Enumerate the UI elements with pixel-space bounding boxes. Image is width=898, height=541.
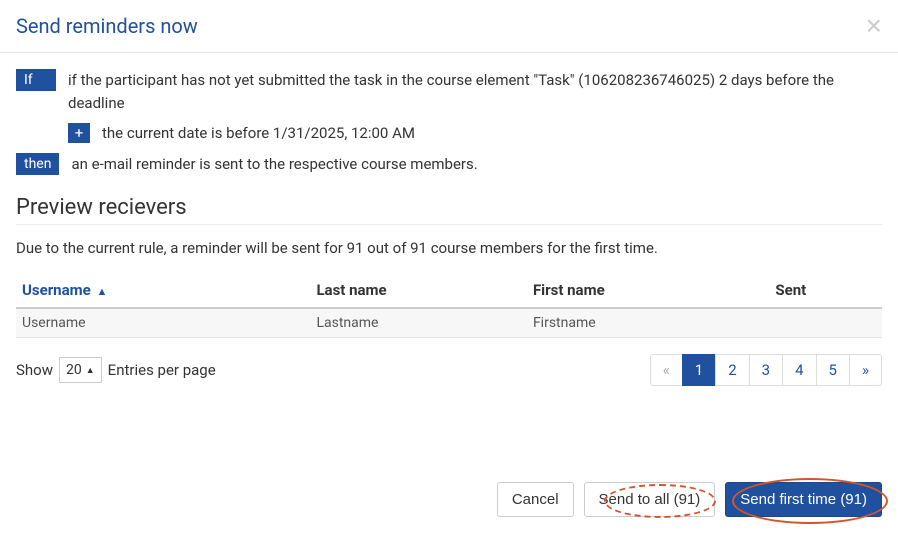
sort-asc-icon: ▲ bbox=[96, 285, 107, 298]
cell-firstname: Firstname bbox=[527, 308, 769, 338]
receivers-table: Username ▲ Last name First name Sent Use… bbox=[16, 273, 882, 338]
page-5[interactable]: 5 bbox=[816, 354, 850, 386]
cell-sent bbox=[769, 308, 882, 338]
modal-header: Send reminders now × bbox=[0, 0, 898, 53]
modal-title: Send reminders now bbox=[16, 14, 198, 38]
cell-username: Username bbox=[16, 308, 310, 338]
col-username[interactable]: Username ▲ bbox=[16, 273, 310, 308]
pagination: « 1 2 3 4 5 » bbox=[651, 354, 882, 386]
rule-plus-row: + the current date is before 1/31/2025, … bbox=[16, 122, 882, 145]
table-footer: Show 20 ▲ Entries per page « 1 2 3 4 5 » bbox=[16, 354, 882, 386]
page-next[interactable]: » bbox=[849, 354, 882, 386]
send-first-button[interactable]: Send first time (91) bbox=[725, 482, 882, 517]
page-size-value: 20 bbox=[66, 362, 82, 378]
plus-tag: + bbox=[68, 123, 90, 143]
col-firstname[interactable]: First name bbox=[527, 273, 769, 308]
cancel-button[interactable]: Cancel bbox=[497, 482, 574, 517]
preview-heading: Preview recievers bbox=[16, 195, 882, 225]
show-label: Show bbox=[16, 361, 53, 379]
col-lastname[interactable]: Last name bbox=[310, 273, 527, 308]
cell-lastname: Lastname bbox=[310, 308, 527, 338]
close-button[interactable]: × bbox=[866, 12, 882, 40]
caret-up-icon: ▲ bbox=[86, 365, 95, 376]
rule-if-row: If if the participant has not yet submit… bbox=[16, 69, 882, 114]
col-username-label: Username bbox=[22, 281, 91, 299]
modal-footer: Cancel Send to all (91) Send first time … bbox=[481, 470, 898, 529]
entries-control: Show 20 ▲ Entries per page bbox=[16, 357, 216, 383]
table-row: Username Lastname Firstname bbox=[16, 308, 882, 338]
rule-block: If if the participant has not yet submit… bbox=[16, 69, 882, 175]
if-tag: If bbox=[16, 69, 56, 91]
then-tag: then bbox=[16, 153, 59, 175]
plus-text: the current date is before 1/31/2025, 12… bbox=[102, 122, 415, 145]
page-size-select[interactable]: 20 ▲ bbox=[59, 357, 102, 383]
if-text: if the participant has not yet submitted… bbox=[68, 69, 882, 114]
page-4[interactable]: 4 bbox=[782, 354, 816, 386]
page-3[interactable]: 3 bbox=[749, 354, 783, 386]
rule-then-row: then an e-mail reminder is sent to the r… bbox=[16, 153, 882, 176]
page-2[interactable]: 2 bbox=[715, 354, 749, 386]
page-prev[interactable]: « bbox=[650, 354, 683, 386]
page-1[interactable]: 1 bbox=[682, 354, 716, 386]
per-page-label: Entries per page bbox=[108, 361, 216, 379]
then-text: an e-mail reminder is sent to the respec… bbox=[71, 153, 477, 176]
preview-summary: Due to the current rule, a reminder will… bbox=[16, 239, 882, 257]
modal-body: If if the participant has not yet submit… bbox=[0, 53, 898, 402]
send-all-button[interactable]: Send to all (91) bbox=[584, 482, 716, 517]
col-sent[interactable]: Sent bbox=[769, 273, 882, 308]
